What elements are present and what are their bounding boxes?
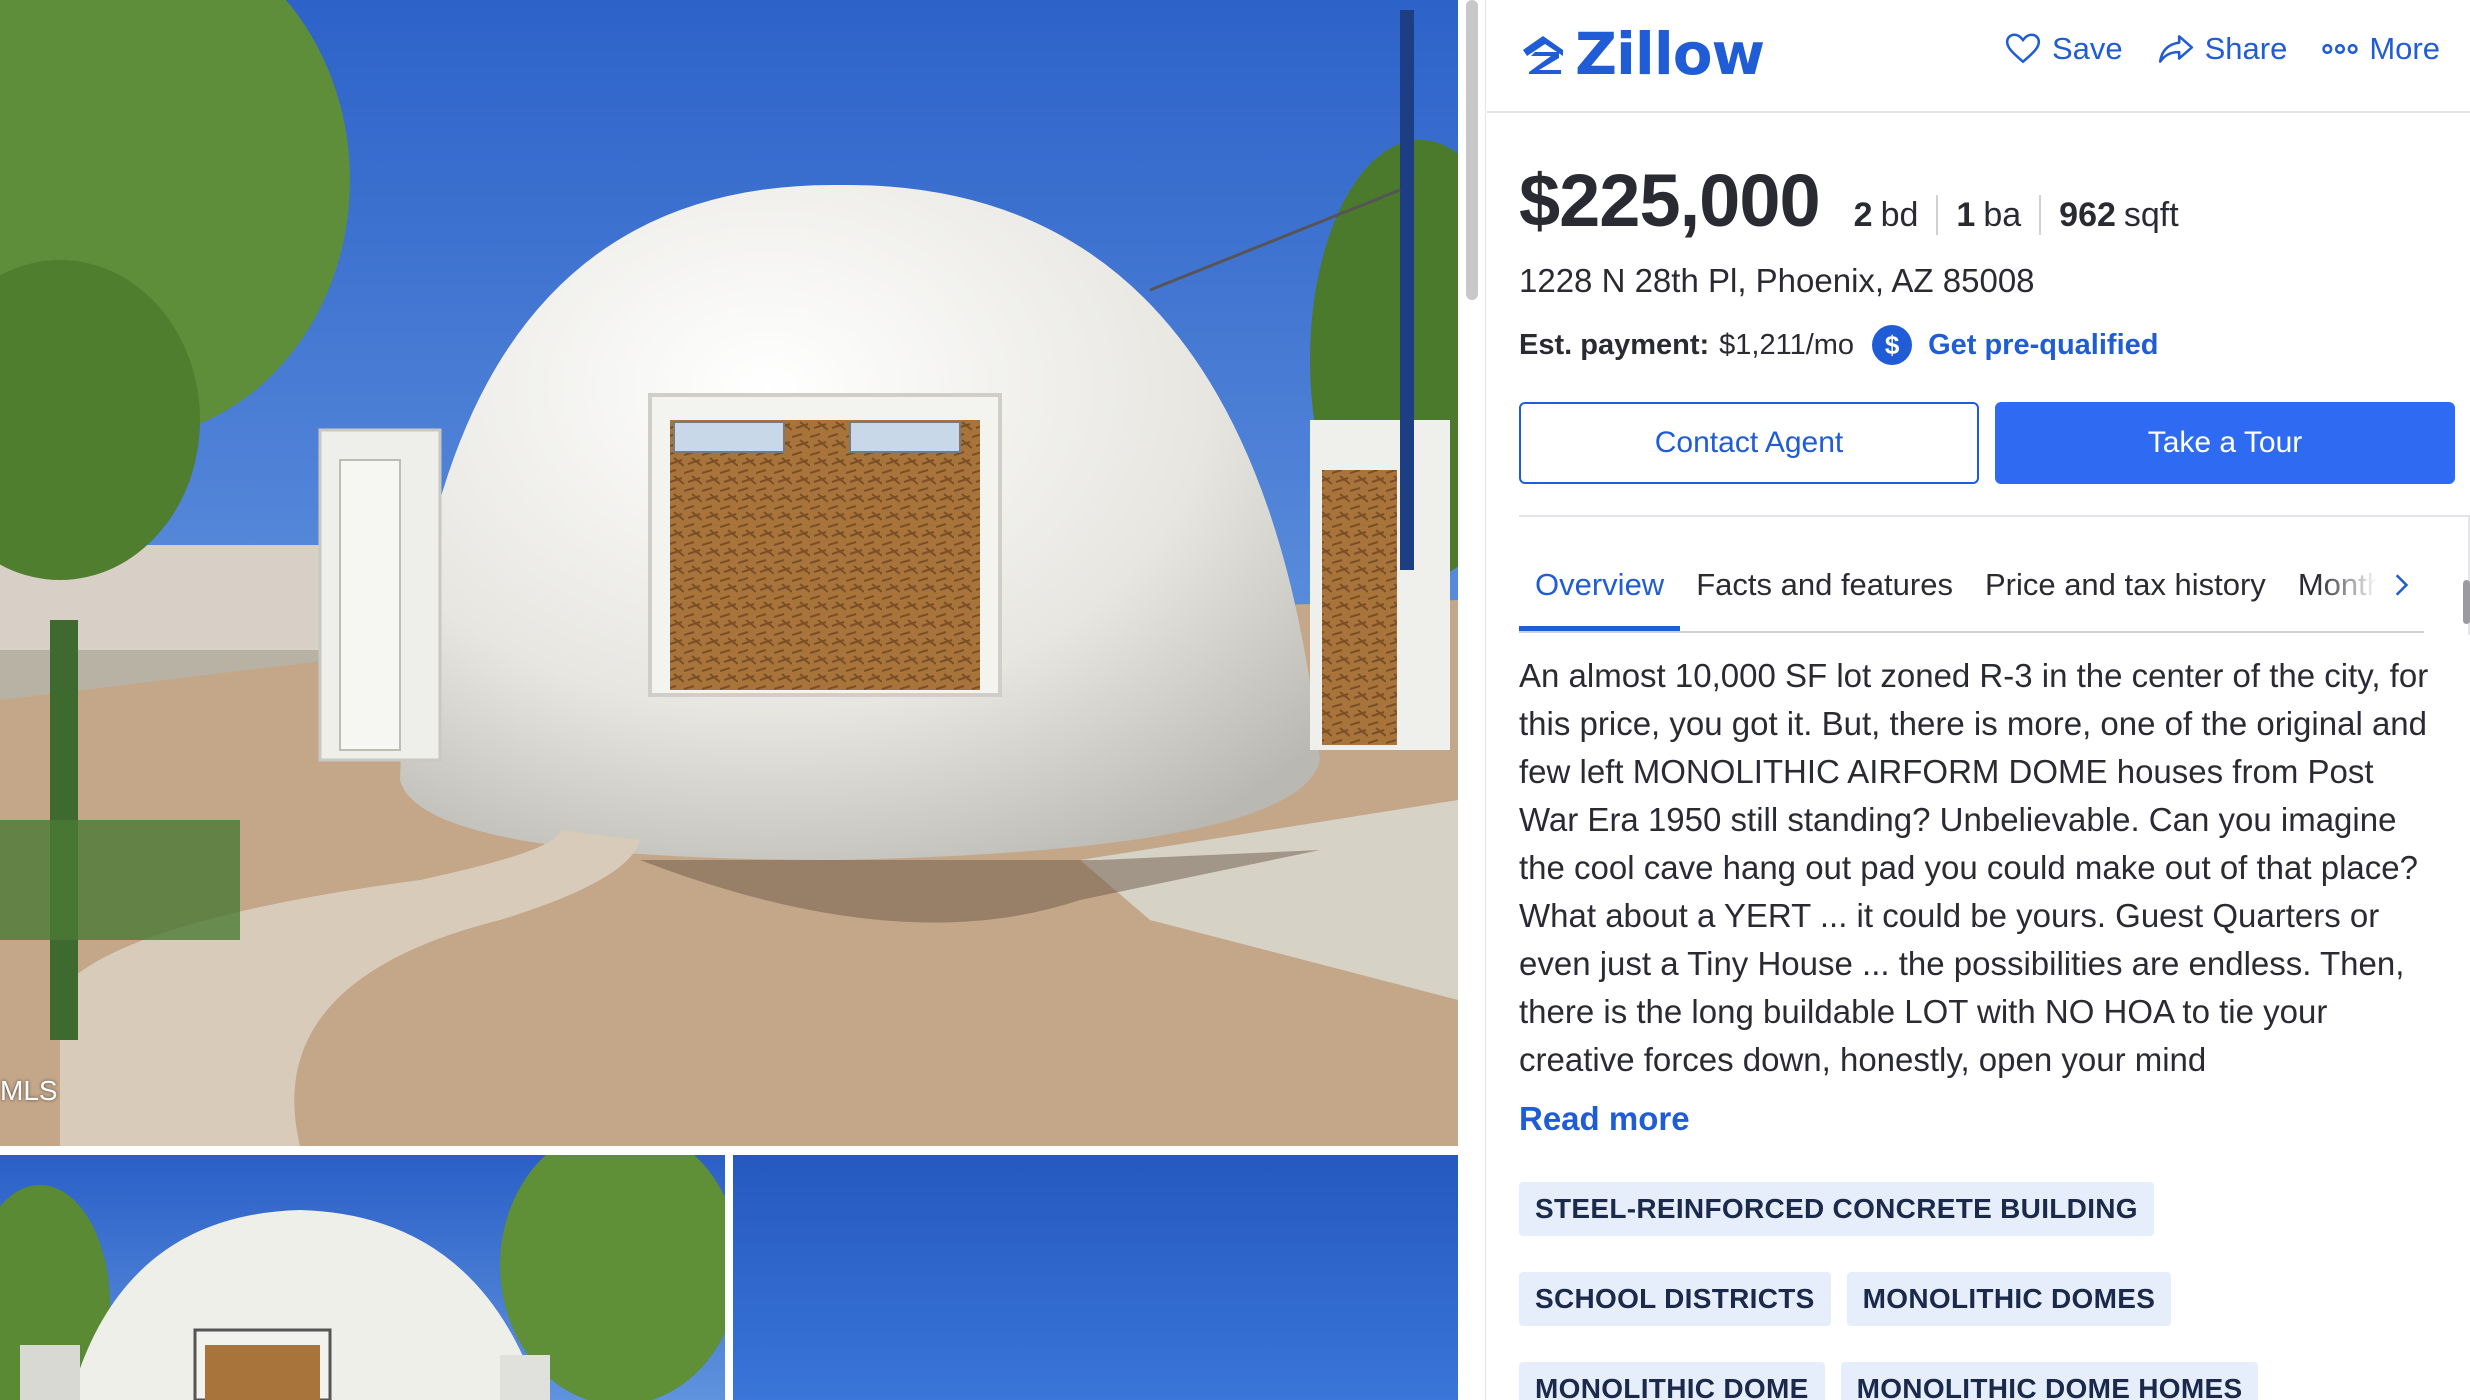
header-actions: Save Share More	[2004, 30, 2440, 68]
save-label: Save	[2051, 31, 2123, 66]
more-label: More	[2369, 31, 2440, 66]
sqft-fact: 962 sqft	[2039, 195, 2197, 235]
zillow-logo[interactable]: Zillow	[1519, 20, 1765, 88]
listing-price: $225,000	[1519, 159, 1821, 242]
tab-facts-and-features[interactable]: Facts and features	[1680, 557, 1969, 631]
listing-tags: STEEL-REINFORCED CONCRETE BUILDING SCHOO…	[1519, 1182, 2429, 1400]
beds-fact: 2 bd	[1854, 195, 1937, 235]
take-a-tour-button[interactable]: Take a Tour	[1995, 402, 2455, 484]
contact-agent-button[interactable]: Contact Agent	[1519, 402, 1979, 484]
estimated-payment: Est. payment: $1,211/mo $ Get pre-qualif…	[1519, 325, 2158, 365]
share-icon	[2158, 35, 2193, 63]
tag-chip[interactable]: MONOLITHIC DOME HOMES	[1840, 1362, 2259, 1400]
tag-chip[interactable]: SCHOOL DISTRICTS	[1519, 1272, 1831, 1326]
beds-unit: bd	[1880, 196, 1919, 234]
tab-price-and-tax-history[interactable]: Price and tax history	[1969, 557, 2282, 631]
baths-fact: 1 ba	[1936, 195, 2039, 235]
read-more-link[interactable]: Read more	[1519, 1100, 1690, 1138]
panel-scroll-indicator[interactable]	[2463, 580, 2470, 624]
main-listing-photo[interactable]	[0, 0, 1458, 1146]
photo-gallery: MLS	[0, 0, 1458, 1400]
save-button[interactable]: Save	[2004, 30, 2123, 68]
more-dots-icon	[2322, 43, 2359, 55]
more-button[interactable]: More	[2321, 30, 2440, 68]
payment-label: Est. payment:	[1519, 328, 1710, 361]
section-tabs: Overview Facts and features Price and ta…	[1519, 557, 2424, 633]
dollar-icon: $	[1872, 325, 1913, 365]
panel-header: Zillow Save Share More	[1487, 0, 2470, 113]
listing-address: 1228 N 28th Pl, Phoenix, AZ 85008	[1519, 262, 2035, 299]
listing-photo-thumbnail[interactable]	[733, 1155, 1458, 1400]
gallery-scrollbar[interactable]	[1458, 0, 1486, 1400]
payment-amount: $1,211/mo	[1719, 328, 1855, 361]
listing-photo-thumbnail[interactable]	[0, 1155, 725, 1400]
chevron-right-icon	[2395, 574, 2409, 596]
baths-unit: ba	[1983, 196, 2022, 234]
beds-value: 2	[1853, 196, 1873, 234]
tag-chip[interactable]: MONOLITHIC DOME	[1519, 1362, 1825, 1400]
mls-watermark: MLS	[0, 1075, 58, 1106]
section-tabs-container: Overview Facts and features Price and ta…	[1519, 515, 2470, 635]
baths-value: 1	[1956, 196, 1976, 234]
heart-icon	[2005, 33, 2041, 64]
listing-details-panel: Zillow Save Share More $225,000 2 bd 1 b…	[1487, 0, 2470, 1400]
sqft-unit: sqft	[2123, 196, 2179, 234]
share-button[interactable]: Share	[2157, 30, 2288, 68]
home-facts: 2 bd 1 ba 962 sqft	[1854, 195, 2197, 235]
cta-buttons: Contact Agent Take a Tour	[1519, 402, 2455, 484]
tab-overview[interactable]: Overview	[1519, 557, 1681, 631]
share-label: Share	[2204, 31, 2288, 66]
tag-chip[interactable]: STEEL-REINFORCED CONCRETE BUILDING	[1519, 1182, 2154, 1236]
get-prequalified-link[interactable]: Get pre-qualified	[1928, 329, 2158, 362]
tag-chip[interactable]: MONOLITHIC DOMES	[1846, 1272, 2172, 1326]
listing-description: An almost 10,000 SF lot zoned R-3 in the…	[1519, 657, 2429, 1078]
zillow-logo-icon	[1523, 36, 1563, 74]
price-summary: $225,000 2 bd 1 ba 962 sqft	[1519, 158, 2197, 243]
brand-name: Zillow	[1575, 20, 1765, 88]
scrollbar-thumb[interactable]	[1466, 0, 1478, 300]
sqft-value: 962	[2059, 196, 2116, 234]
tabs-next-button[interactable]	[2379, 563, 2423, 607]
